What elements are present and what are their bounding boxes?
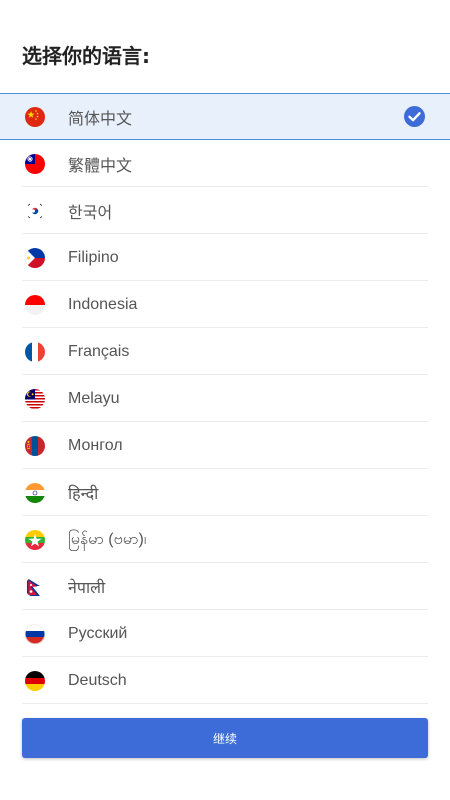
language-label: မြန်မာ (ဗမာ)၊ — [68, 530, 147, 548]
nepal-flag-icon — [25, 576, 45, 597]
language-label: Filipino — [68, 248, 119, 266]
language-label: नेपाली — [68, 579, 106, 597]
indonesia-flag-icon — [25, 294, 45, 315]
language-item-mn[interactable]: Монгол — [0, 422, 450, 469]
language-item-zh-hant[interactable]: 繁體中文 — [0, 140, 450, 187]
page-title: 选择你的语言: — [22, 44, 150, 68]
language-item-de[interactable]: Deutsch — [0, 657, 450, 704]
language-label: Русский — [68, 624, 128, 642]
philippines-flag-icon — [25, 247, 45, 268]
language-item-id[interactable]: Indonesia — [0, 281, 450, 328]
germany-flag-icon — [25, 670, 45, 691]
china-flag-icon — [25, 106, 45, 127]
language-label: Melayu — [68, 389, 120, 407]
language-list: 简体中文 繁體中文 한국어 Filipino Indonesia Françai… — [0, 93, 450, 704]
language-label: 한국어 — [68, 204, 113, 222]
language-label: Français — [68, 342, 130, 360]
language-item-fil[interactable]: Filipino — [0, 234, 450, 281]
france-flag-icon — [25, 341, 45, 362]
language-label: 简体中文 — [68, 110, 133, 128]
malaysia-flag-icon — [25, 388, 45, 409]
language-label: Indonesia — [68, 295, 138, 313]
language-item-ms[interactable]: Melayu — [0, 375, 450, 422]
south-korea-flag-icon — [25, 200, 45, 221]
language-label: हिन्दी — [68, 485, 99, 503]
language-label: Монгол — [68, 436, 123, 454]
check-circle-icon — [404, 106, 425, 127]
language-item-ne[interactable]: नेपाली — [0, 563, 450, 610]
language-item-my[interactable]: မြန်မာ (ဗမာ)၊ — [0, 516, 450, 563]
language-item-ko[interactable]: 한국어 — [0, 187, 450, 234]
mongolia-flag-icon — [25, 435, 45, 456]
language-item-fr[interactable]: Français — [0, 328, 450, 375]
taiwan-flag-icon — [25, 153, 45, 174]
russia-flag-icon — [25, 623, 45, 644]
continue-button[interactable]: 继续 — [22, 718, 428, 758]
language-item-ru[interactable]: Русский — [0, 610, 450, 657]
india-flag-icon — [25, 482, 45, 503]
myanmar-flag-icon — [25, 529, 45, 550]
language-item-hi[interactable]: हिन्दी — [0, 469, 450, 516]
language-label: 繁體中文 — [68, 157, 133, 175]
language-label: Deutsch — [68, 671, 127, 689]
language-item-zh-hans[interactable]: 简体中文 — [0, 93, 450, 140]
